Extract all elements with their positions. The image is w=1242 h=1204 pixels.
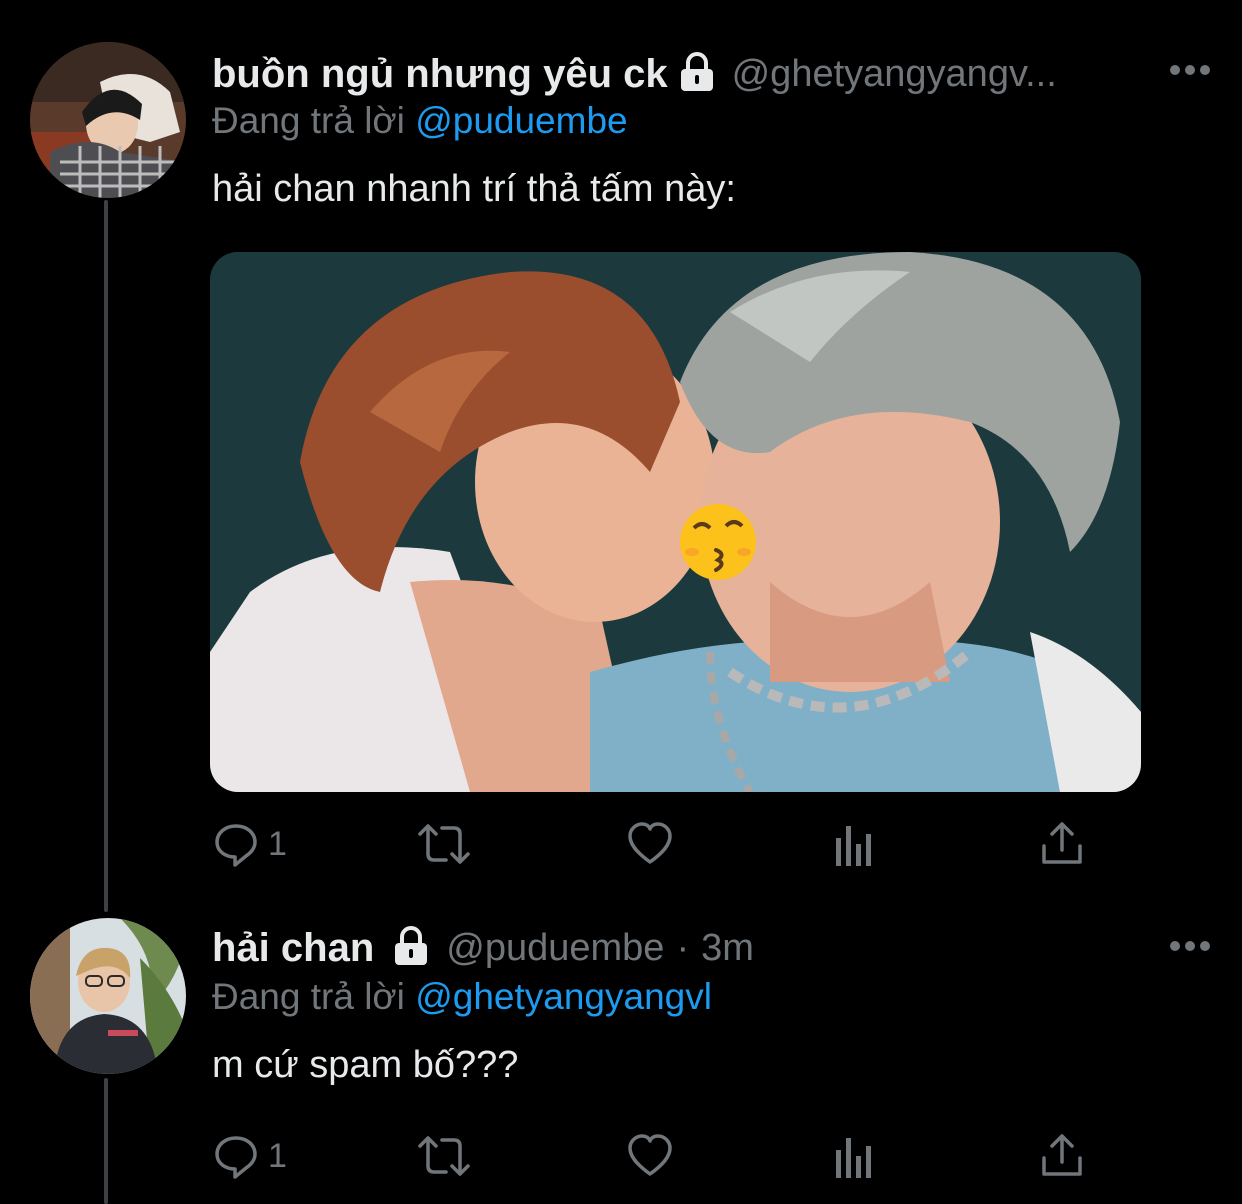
tweet-header: buồn ngủ nhưng yêu ck @ghetyangyangv... [212,48,1192,100]
tweet[interactable]: hải chan @puduembe · 3m Đang trả lời @gh… [0,900,1242,1204]
more-options-icon[interactable] [1168,58,1212,87]
analytics-icon [836,826,871,866]
reply-count: 1 [268,824,287,863]
reply-button[interactable]: 1 [212,1130,287,1182]
reply-icon [215,1136,257,1179]
user-handle[interactable]: @ghetyangyangv... [732,53,1057,96]
replying-to: Đang trả lời @puduembe [212,100,628,142]
tweet-text: m cứ spam bố??? [212,1044,519,1086]
reply-count: 1 [268,1136,287,1175]
analytics-icon [836,1138,871,1178]
heart-icon [628,822,672,864]
replying-to: Đang trả lời @ghetyangyangvl [212,976,712,1018]
display-name[interactable]: hải chan [212,926,374,971]
tweet-image[interactable] [210,252,1141,792]
share-icon [1042,822,1082,864]
display-name[interactable]: buồn ngủ nhưng yêu ck [212,52,668,97]
share-icon [1042,1134,1082,1176]
replying-mention[interactable]: @ghetyangyangvl [415,976,712,1017]
user-handle[interactable]: @puduembe [446,927,664,970]
retweet-button[interactable] [416,1130,472,1182]
replying-prefix: Đang trả lời [212,976,405,1017]
like-button[interactable] [626,818,674,870]
lock-icon [390,925,432,971]
tweet-actions: 1 [212,1130,1092,1182]
more-options-icon[interactable] [1168,934,1212,963]
tweet[interactable]: buồn ngủ nhưng yêu ck @ghetyangyangv... … [0,0,1242,900]
avatar[interactable] [30,918,186,1074]
kissing-emoji-icon [680,504,756,580]
replying-mention[interactable]: @puduembe [415,100,627,141]
timestamp[interactable]: 3m [701,927,754,970]
thread-view: buồn ngủ nhưng yêu ck @ghetyangyangv... … [0,0,1242,1204]
analytics-button[interactable] [834,1130,878,1182]
separator: · [676,926,690,969]
tweet-text: hải chan nhanh trí thả tấm này: [212,168,736,210]
retweet-icon [418,824,470,864]
lock-icon [676,51,718,97]
replying-prefix: Đang trả lời [212,100,405,141]
share-button[interactable] [1040,818,1084,870]
share-button[interactable] [1040,1130,1084,1182]
avatar[interactable] [30,42,186,198]
tweet-actions: 1 [212,818,1092,870]
like-button[interactable] [626,1130,674,1182]
reply-button[interactable]: 1 [212,818,287,870]
retweet-icon [418,1136,470,1176]
retweet-button[interactable] [416,818,472,870]
tweet-header: hải chan @puduembe · 3m [212,922,1192,974]
reply-icon [215,824,257,867]
analytics-button[interactable] [834,818,878,870]
heart-icon [628,1134,672,1176]
